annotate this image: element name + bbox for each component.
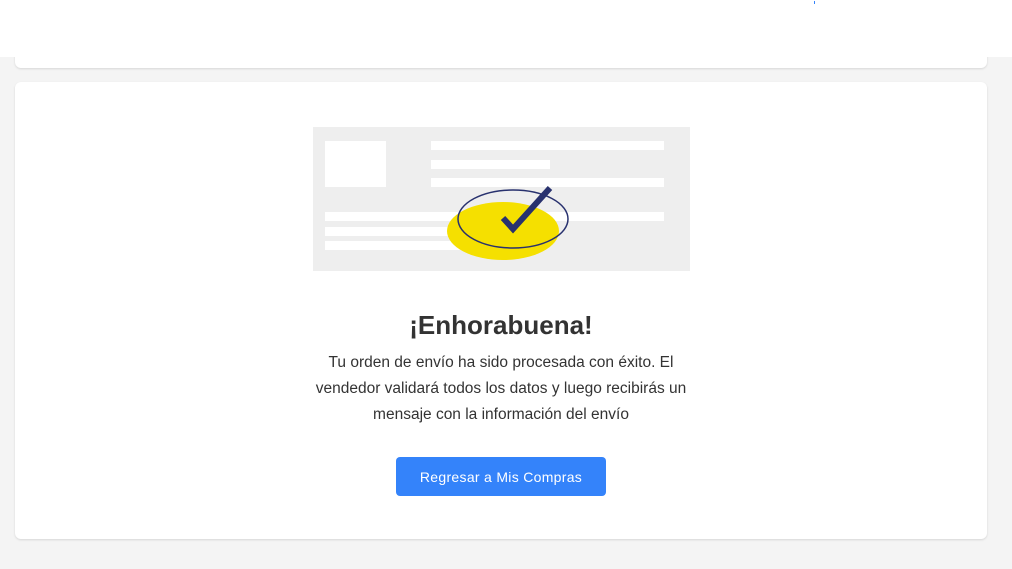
success-message: Tu orden de envío ha sido procesada con … [315, 353, 687, 423]
back-to-purchases-button[interactable]: Regresar a Mis Compras [396, 457, 606, 496]
purchase-confirmation-page: ¡Enhorabuena! Tu orden de envío ha sido … [0, 0, 1012, 569]
header-bar [0, 0, 1012, 57]
header-marker [814, 1, 815, 4]
shipment-confirmed-illustration [313, 127, 690, 271]
success-title: ¡Enhorabuena! [409, 310, 593, 341]
confirmation-card: ¡Enhorabuena! Tu orden de envío ha sido … [15, 82, 987, 539]
